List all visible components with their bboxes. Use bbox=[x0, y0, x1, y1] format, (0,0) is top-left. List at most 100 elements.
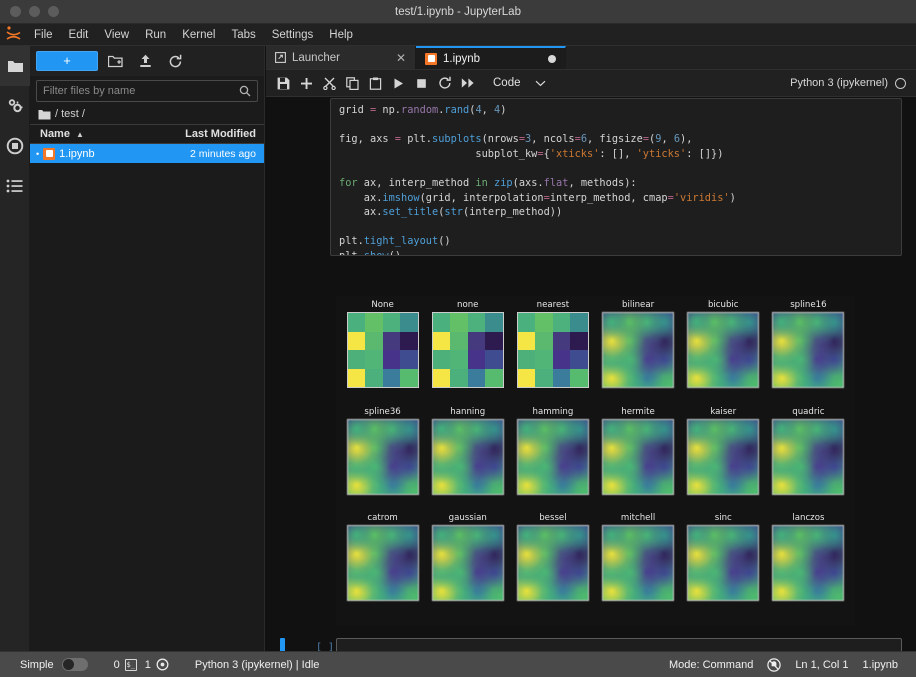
breadcrumb[interactable]: / test / bbox=[30, 104, 264, 124]
heatmap-cell bbox=[552, 368, 571, 387]
notification-bell-off-icon[interactable] bbox=[767, 657, 782, 672]
sidebar-item-file-browser[interactable] bbox=[0, 46, 30, 86]
subplot-image bbox=[346, 525, 419, 602]
subplot-grid: None none nearest bilinear bicubic spline16 sp… bbox=[336, 296, 855, 626]
column-header-name[interactable]: Name ▲ bbox=[30, 128, 159, 140]
subplot-kaiser: kaiser bbox=[681, 407, 766, 514]
heatmap-cell bbox=[365, 368, 383, 387]
heatmap-cell bbox=[347, 350, 366, 369]
restart-kernel-button[interactable] bbox=[433, 72, 456, 95]
tab-launcher[interactable]: Launcher ✕ bbox=[266, 46, 416, 69]
kernels-count: 1 bbox=[144, 658, 151, 671]
subplot-bessel: bessel bbox=[510, 513, 595, 620]
subplot-title: mitchell bbox=[620, 513, 656, 524]
kernel-status-text[interactable]: Python 3 (ipykernel) | Idle bbox=[195, 659, 320, 671]
heatmap-cell bbox=[552, 331, 571, 350]
tab-bar: Launcher ✕ 1.ipynb bbox=[266, 46, 916, 70]
heatmap-cell bbox=[365, 313, 383, 332]
sidebar-item-running-sessions[interactable] bbox=[0, 126, 30, 166]
subplot-title: catrom bbox=[367, 513, 398, 524]
sidebar-item-table-of-contents[interactable] bbox=[0, 166, 30, 206]
copy-cell-button[interactable] bbox=[341, 72, 364, 95]
kernels-status[interactable]: 1 bbox=[145, 658, 169, 671]
subplot-image bbox=[346, 312, 419, 388]
menu-settings[interactable]: Settings bbox=[264, 24, 322, 46]
menu-kernel[interactable]: Kernel bbox=[174, 24, 223, 46]
interrupt-kernel-button[interactable] bbox=[410, 72, 433, 95]
cell-type-value: Code bbox=[493, 77, 521, 89]
minimize-window-button[interactable] bbox=[29, 6, 40, 17]
close-window-button[interactable] bbox=[10, 6, 21, 17]
tab-1-ipynb[interactable]: 1.ipynb bbox=[416, 46, 566, 69]
file-list-header: Name ▲ Last Modified bbox=[30, 124, 264, 144]
new-launcher-button[interactable]: + bbox=[36, 51, 98, 71]
sort-ascending-icon: ▲ bbox=[75, 129, 84, 139]
notebook-icon bbox=[425, 52, 437, 65]
empty-cell-editor[interactable] bbox=[336, 638, 902, 651]
heatmap-cell bbox=[432, 331, 451, 350]
menu-file[interactable]: File bbox=[26, 24, 61, 46]
heatmap-cell bbox=[450, 313, 468, 332]
menu-help[interactable]: Help bbox=[321, 24, 361, 46]
menu-run[interactable]: Run bbox=[137, 24, 174, 46]
zoom-window-button[interactable] bbox=[48, 6, 59, 17]
insert-cell-button[interactable] bbox=[295, 72, 318, 95]
heatmap-cell bbox=[485, 368, 503, 387]
new-folder-icon bbox=[107, 55, 123, 67]
paste-icon bbox=[369, 77, 382, 90]
heatmap-cell bbox=[365, 331, 383, 350]
new-folder-button[interactable] bbox=[102, 50, 128, 72]
empty-code-cell[interactable]: [ ]: bbox=[266, 638, 916, 651]
kernel-indicator[interactable]: Python 3 (ipykernel) bbox=[790, 77, 910, 89]
heatmap-cell bbox=[382, 313, 401, 332]
edit-mode-indicator[interactable]: Mode: Command bbox=[669, 659, 753, 671]
save-button[interactable] bbox=[272, 72, 295, 95]
subplot-image bbox=[687, 525, 760, 602]
subplot-title: hermite bbox=[621, 406, 655, 417]
file-filter-container bbox=[30, 76, 264, 104]
code-line: plt.show() bbox=[339, 249, 402, 256]
menu-edit[interactable]: Edit bbox=[61, 24, 97, 46]
heatmap-cell bbox=[570, 331, 588, 350]
file-list-item-1-ipynb[interactable]: • 1.ipynb 2 minutes ago bbox=[30, 144, 264, 163]
subplot-image bbox=[772, 418, 845, 495]
subplot-image bbox=[772, 312, 845, 388]
cut-cell-button[interactable] bbox=[318, 72, 341, 95]
heatmap-cell bbox=[400, 350, 418, 369]
simple-interface-label: Simple bbox=[20, 658, 54, 671]
breadcrumb-path: / test / bbox=[55, 108, 85, 120]
upload-files-button[interactable] bbox=[132, 50, 158, 72]
simple-interface-toggle[interactable] bbox=[61, 658, 88, 671]
refresh-file-list-button[interactable] bbox=[162, 50, 188, 72]
heatmap-cell bbox=[570, 350, 588, 369]
notebook-scroll-area[interactable]: grid = np.random.rand(4, 4) fig, axs = p… bbox=[266, 98, 916, 651]
terminals-status[interactable]: 0 $_ bbox=[113, 658, 137, 671]
code-cell-input[interactable]: grid = np.random.rand(4, 4) fig, axs = p… bbox=[330, 98, 902, 256]
file-filter-box[interactable] bbox=[36, 80, 258, 102]
unsaved-indicator-dot: • bbox=[36, 148, 40, 159]
column-header-last-modified[interactable]: Last Modified bbox=[159, 128, 264, 140]
list-icon bbox=[6, 179, 23, 193]
heatmap-cell bbox=[432, 313, 451, 332]
code-editor-content[interactable]: grid = np.random.rand(4, 4) fig, axs = p… bbox=[331, 99, 901, 256]
unsaved-changes-indicator[interactable] bbox=[548, 54, 556, 63]
heatmap-cell bbox=[517, 313, 536, 332]
heatmap-cell bbox=[467, 368, 486, 387]
run-cell-button[interactable] bbox=[387, 72, 410, 95]
stop-icon bbox=[417, 78, 426, 88]
heatmap-cell bbox=[467, 350, 486, 369]
heatmap-cell bbox=[450, 350, 468, 369]
sidebar-item-extension-manager[interactable] bbox=[0, 86, 30, 126]
menubar: File Edit View Run Kernel Tabs Settings … bbox=[0, 24, 916, 46]
heatmap-cell bbox=[432, 350, 451, 369]
close-icon[interactable]: ✕ bbox=[396, 51, 406, 65]
column-header-name-label: Name bbox=[40, 128, 70, 140]
search-input[interactable] bbox=[43, 85, 239, 97]
menu-view[interactable]: View bbox=[96, 24, 137, 46]
restart-and-run-all-button[interactable] bbox=[456, 72, 479, 95]
terminals-count: 0 bbox=[113, 658, 120, 671]
cursor-position-indicator[interactable]: Ln 1, Col 1 bbox=[795, 659, 848, 671]
menu-tabs[interactable]: Tabs bbox=[223, 24, 263, 46]
cell-type-dropdown[interactable]: Code bbox=[493, 77, 546, 89]
paste-cell-button[interactable] bbox=[364, 72, 387, 95]
